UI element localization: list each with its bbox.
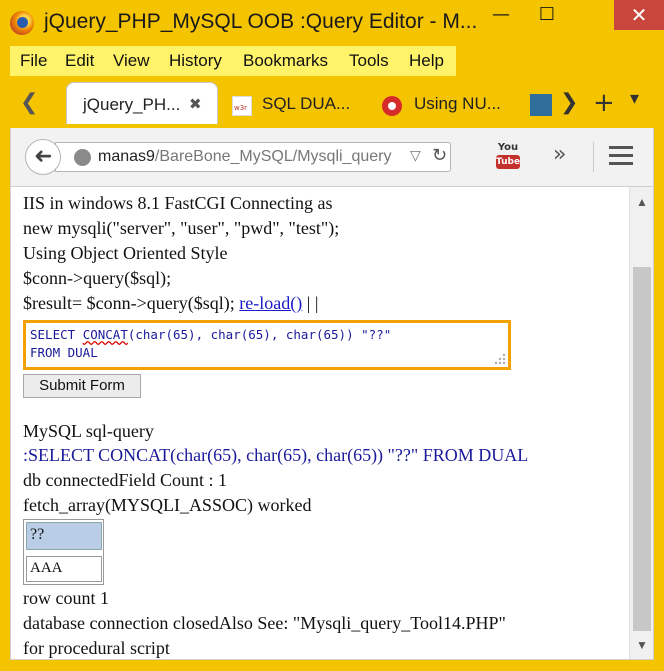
menu-help[interactable]: Help bbox=[409, 51, 444, 71]
menu-tools[interactable]: Tools bbox=[349, 51, 389, 71]
query-echo: :SELECT CONCAT(char(65), char(65), char(… bbox=[23, 445, 529, 465]
sql-query-textarea[interactable]: SELECT CONCAT(char(65), char(65), char(6… bbox=[23, 320, 511, 370]
back-button[interactable]: ➜ bbox=[25, 139, 61, 175]
tab-using-nu[interactable]: Using NU... bbox=[378, 82, 518, 124]
overflow-chevron-icon[interactable]: » bbox=[553, 142, 566, 167]
fetch-status: fetch_array(MYSQLI_ASSOC) worked bbox=[23, 495, 312, 515]
url-history-dropdown-icon[interactable]: ▽ bbox=[410, 148, 421, 164]
table-header-cell: ?? bbox=[26, 522, 102, 550]
new-tab-button[interactable]: + bbox=[593, 88, 615, 118]
db-status: db connectedField Count : 1 bbox=[23, 470, 227, 490]
tab-sql-dual[interactable]: w3r SQL DUA... bbox=[228, 82, 368, 124]
menu-edit[interactable]: Edit bbox=[65, 51, 94, 71]
toolbar-divider bbox=[593, 142, 594, 172]
scroll-down-icon[interactable]: ▼ bbox=[636, 638, 648, 653]
text-line: $conn->query($sql); bbox=[23, 268, 172, 288]
menu-history[interactable]: History bbox=[169, 51, 222, 71]
section-title: MySQL sql-query bbox=[23, 421, 154, 441]
reload-link[interactable]: re-load() bbox=[239, 293, 302, 313]
svg-text:w3r: w3r bbox=[234, 104, 247, 112]
window-title: jQuery_PHP_MySQL OOB :Query Editor - M..… bbox=[44, 10, 478, 33]
result-table: ?? AAA bbox=[23, 519, 104, 585]
hamburger-menu-icon[interactable] bbox=[609, 146, 633, 166]
menu-bar: File Edit View History Bookmarks Tools H… bbox=[0, 46, 664, 76]
site-favicon-icon: w3r bbox=[232, 96, 252, 116]
page-content: IIS in windows 8.1 FastCGI Connecting as… bbox=[10, 186, 654, 660]
sql-query-text: SELECT CONCAT(char(65), char(65), char(6… bbox=[30, 327, 392, 360]
tab-label: jQuery_PH... bbox=[83, 95, 181, 114]
list-all-tabs-icon[interactable]: ▾ bbox=[630, 88, 639, 109]
globe-icon bbox=[74, 149, 91, 166]
table-value-cell: AAA bbox=[26, 556, 102, 582]
url-bar[interactable]: manas9/BareBone_MySQL/Mysqli_query ▽ ↻ bbox=[55, 142, 451, 172]
tab-label: Using NU... bbox=[414, 94, 501, 113]
reload-icon[interactable]: ↻ bbox=[432, 145, 447, 166]
firefox-logo-icon bbox=[10, 11, 34, 35]
text-line: IIS in windows 8.1 FastCGI Connecting as bbox=[23, 193, 333, 213]
mysql-favicon-icon[interactable] bbox=[530, 94, 552, 116]
title-bar: jQuery_PHP_MySQL OOB :Query Editor - M..… bbox=[0, 0, 664, 46]
submit-form-button[interactable]: Submit Form bbox=[23, 374, 141, 398]
closed-line: database connection closedAlso See: "Mys… bbox=[23, 613, 506, 633]
site-favicon-icon bbox=[382, 96, 402, 116]
close-window-button[interactable]: ✕ bbox=[614, 0, 664, 30]
procedural-line: for procedural script bbox=[23, 638, 170, 658]
menu-bookmarks[interactable]: Bookmarks bbox=[243, 51, 328, 71]
navigation-bar: manas9/BareBone_MySQL/Mysqli_query ▽ ↻ ➜… bbox=[10, 128, 654, 186]
menu-highlight: File Edit View History Bookmarks Tools H… bbox=[10, 46, 456, 76]
text-line: Using Object Oriented Style bbox=[23, 243, 228, 263]
tab-scroll-left-icon[interactable]: ❮ bbox=[20, 90, 38, 115]
menu-file[interactable]: File bbox=[20, 51, 47, 71]
row-count: row count 1 bbox=[23, 588, 109, 608]
tab-jquery-php[interactable]: jQuery_PH... ✖ bbox=[66, 82, 218, 124]
tab-close-icon[interactable]: ✖ bbox=[189, 95, 202, 113]
result-line: $result= $conn->query($sql); re-load() |… bbox=[23, 293, 319, 313]
maximize-button[interactable]: ☐ bbox=[526, 0, 568, 30]
scroll-thumb[interactable] bbox=[633, 267, 651, 631]
resize-grip-icon[interactable] bbox=[492, 351, 506, 365]
scroll-up-icon[interactable]: ▲ bbox=[636, 195, 648, 210]
text-line: new mysqli("server", "user", "pwd", "tes… bbox=[23, 218, 340, 238]
menu-view[interactable]: View bbox=[113, 51, 150, 71]
back-arrow-icon: ➜ bbox=[33, 144, 53, 169]
youtube-icon[interactable]: You Tube bbox=[495, 142, 521, 170]
url-text[interactable]: manas9/BareBone_MySQL/Mysqli_query bbox=[98, 148, 408, 166]
minimize-button[interactable]: — bbox=[480, 0, 522, 30]
tab-label: SQL DUA... bbox=[262, 94, 351, 113]
tab-strip: ❮ jQuery_PH... ✖ w3r SQL DUA... Using NU… bbox=[0, 76, 664, 128]
tab-scroll-right-icon[interactable]: ❯ bbox=[560, 90, 578, 115]
vertical-scrollbar[interactable]: ▲ ▼ bbox=[629, 187, 653, 659]
